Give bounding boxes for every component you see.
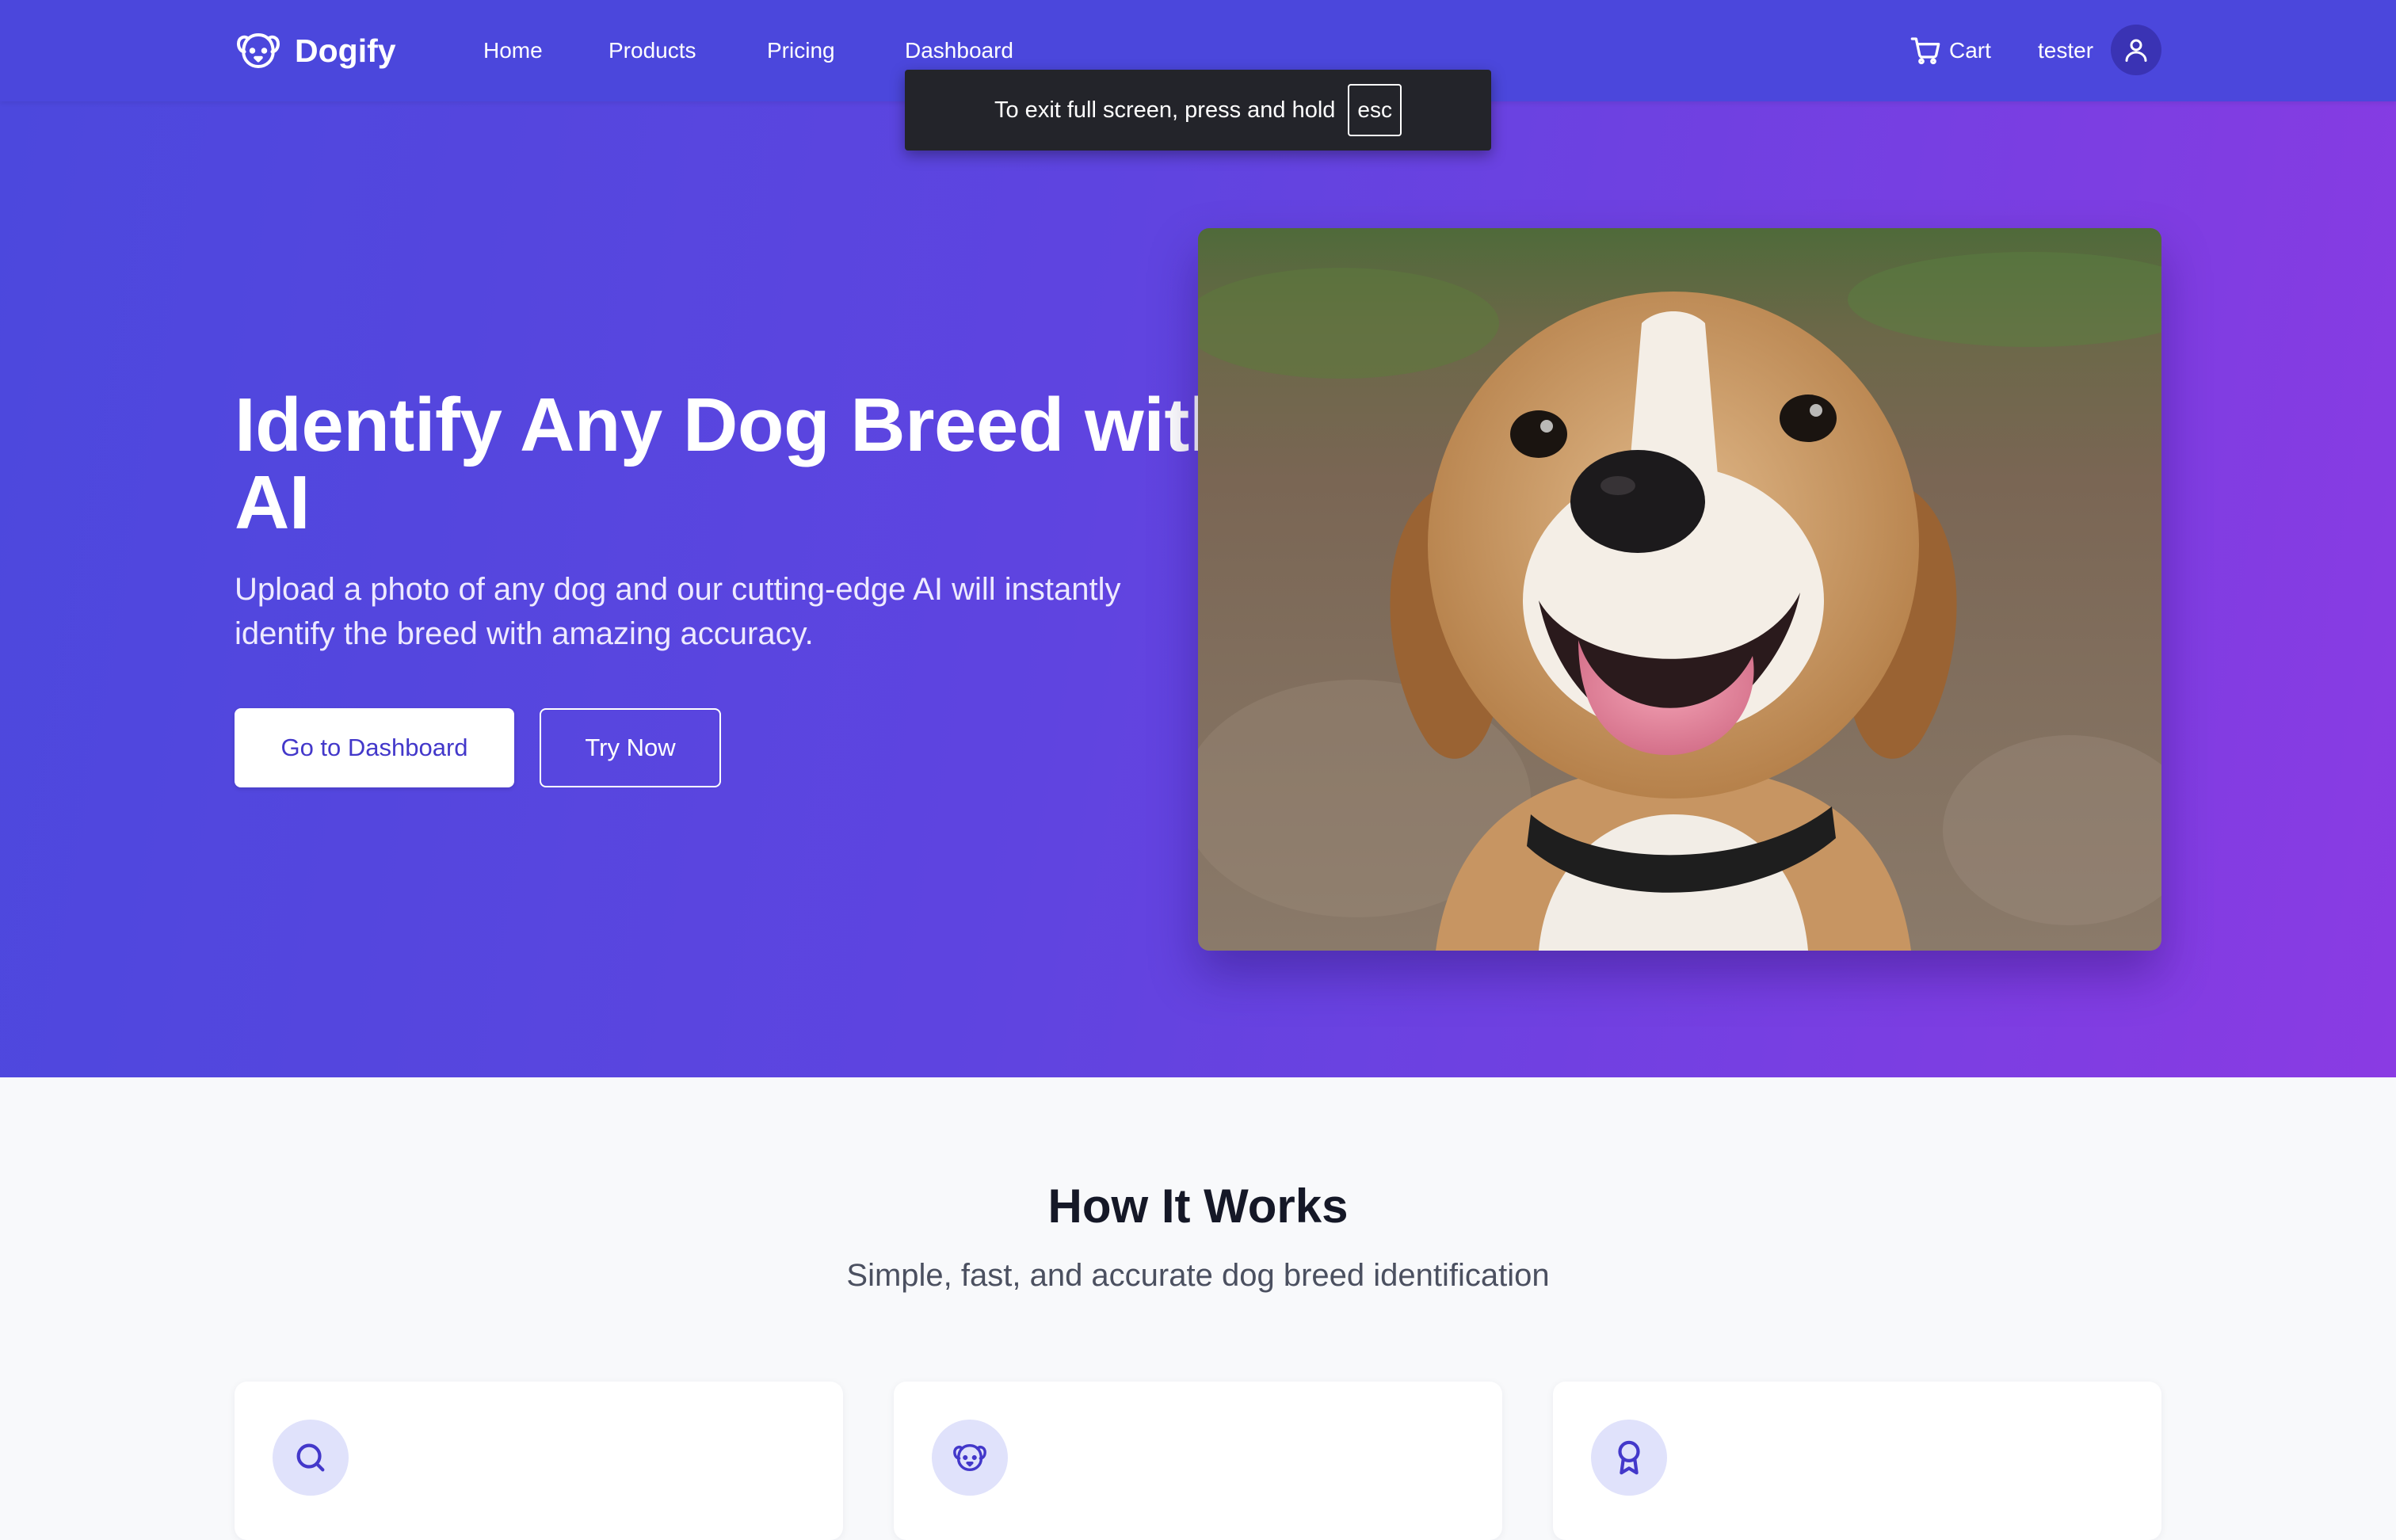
feature-card-analyze (894, 1382, 1502, 1540)
beagle-illustration (1198, 228, 2161, 951)
feature-card-upload (235, 1382, 843, 1540)
fullscreen-toast-text: To exit full screen, press and hold (994, 97, 1336, 123)
hero-dog-image (1198, 228, 2161, 951)
card-icon-badge (273, 1420, 349, 1496)
nav-pricing[interactable]: Pricing (767, 35, 835, 67)
try-now-button[interactable]: Try Now (540, 708, 721, 787)
nav-dashboard[interactable]: Dashboard (905, 35, 1013, 67)
card-icon-badge (932, 1420, 1008, 1496)
shopping-cart-icon (1910, 37, 1940, 65)
brand-name: Dogify (295, 32, 396, 69)
card-icon-badge (1591, 1420, 1667, 1496)
cart-label: Cart (1949, 38, 1991, 63)
username-label: tester (2038, 38, 2094, 63)
brand-logo[interactable]: Dogify (235, 25, 396, 76)
user-icon (2125, 39, 2147, 62)
how-it-works-title: How It Works (1047, 1180, 1349, 1233)
cart-button[interactable]: Cart (1910, 32, 1991, 70)
go-to-dashboard-button[interactable]: Go to Dashboard (235, 708, 514, 787)
nav-home[interactable]: Home (483, 35, 543, 67)
fullscreen-exit-toast: To exit full screen, press and hold esc (905, 70, 1491, 151)
how-it-works-subtitle: Simple, fast, and accurate dog breed ide… (846, 1258, 1550, 1293)
search-icon (296, 1443, 325, 1472)
hero-title: Identify Any Dog Breed with AI (235, 383, 1236, 545)
how-it-works-section: How It Works Simple, fast, and accurate … (0, 1077, 2396, 1540)
esc-key-badge: esc (1348, 84, 1402, 136)
award-icon (1618, 1440, 1640, 1475)
dog-face-icon (237, 33, 280, 68)
feature-card-result (1553, 1382, 2161, 1540)
user-avatar-button[interactable] (2111, 25, 2161, 75)
hero-section: Identify Any Dog Breed with AI Upload a … (0, 101, 2396, 1077)
dog-face-icon (953, 1443, 986, 1472)
hero-subtitle: Upload a photo of any dog and our cuttin… (235, 572, 1121, 651)
nav-products[interactable]: Products (609, 35, 696, 67)
